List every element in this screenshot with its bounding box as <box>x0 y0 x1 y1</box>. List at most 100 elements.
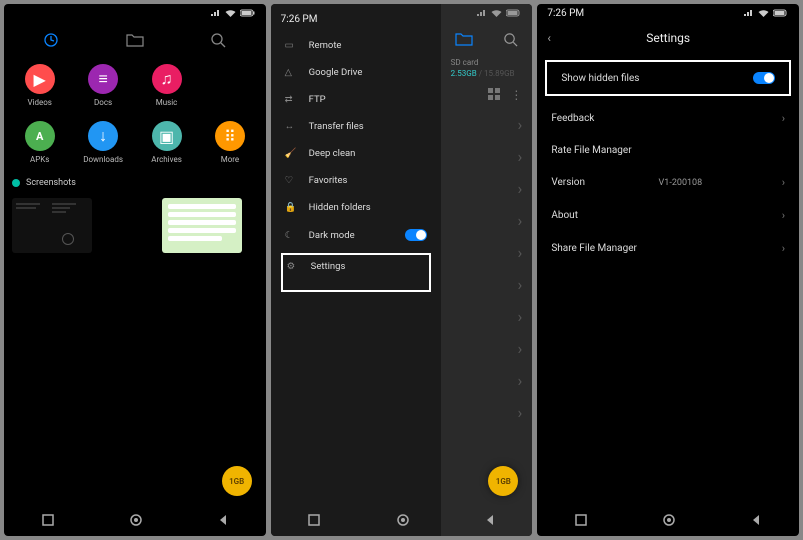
chevron-right-icon: › <box>782 176 785 189</box>
drawer-item-settings[interactable]: ⚙Settings <box>281 253 431 292</box>
category-more[interactable]: ⠿More <box>202 121 257 164</box>
row-label: About <box>551 210 578 221</box>
statusbar: 7:26 PM <box>537 4 799 22</box>
drawer-item-remote[interactable]: ▭Remote <box>271 32 441 59</box>
more-menu-icon[interactable]: ⋮ <box>510 88 522 102</box>
nav-recents-icon[interactable] <box>575 514 587 526</box>
grid-view-icon[interactable] <box>488 88 500 102</box>
nav-home-icon[interactable] <box>396 513 410 527</box>
drawer-item-dark-mode[interactable]: ☾Dark mode <box>271 221 441 249</box>
search-icon[interactable] <box>503 32 518 47</box>
section-title: Screenshots <box>26 178 76 188</box>
system-nav <box>537 504 799 536</box>
nav-back-icon[interactable] <box>485 514 495 526</box>
nav-recents-icon[interactable] <box>42 514 54 526</box>
toggle-on[interactable] <box>753 72 775 84</box>
category-apks[interactable]: AAPKs <box>12 121 67 164</box>
row-label: Share File Manager <box>551 243 637 254</box>
signal-icon <box>477 9 487 17</box>
gdrive-icon: △ <box>285 67 299 78</box>
tab-folder[interactable] <box>126 33 144 47</box>
remote-icon: ▭ <box>285 40 299 51</box>
thumbnail-item[interactable] <box>12 198 92 253</box>
search-icon[interactable] <box>210 32 226 48</box>
clean-icon: 🧹 <box>285 148 299 159</box>
row-share[interactable]: Share File Manager › <box>537 232 799 265</box>
drawer-item-transfer[interactable]: ↔Transfer files <box>271 113 441 140</box>
settings-icon: ⚙ <box>287 261 301 272</box>
list-item[interactable]: › <box>451 172 523 204</box>
list-item[interactable]: › <box>451 300 523 332</box>
nav-back-icon[interactable] <box>218 514 228 526</box>
signal-icon <box>744 9 754 17</box>
thumbnail-item[interactable] <box>162 198 242 253</box>
signal-icon <box>211 9 221 17</box>
back-icon[interactable]: ‹ <box>547 31 551 45</box>
storage-fab[interactable]: 1GB <box>222 466 252 496</box>
wifi-icon <box>758 9 769 17</box>
row-value: V1-200108 <box>659 178 703 188</box>
favorites-icon: ♡ <box>285 175 299 186</box>
statusbar <box>4 4 266 22</box>
category-downloads[interactable]: ↓Downloads <box>75 121 130 164</box>
system-nav <box>271 504 533 536</box>
wifi-icon <box>491 9 502 17</box>
list-item[interactable]: › <box>451 140 523 172</box>
wifi-icon <box>225 9 236 17</box>
storage-info[interactable]: SD card 2.53GB/15.89GB <box>441 56 533 88</box>
drawer-item-favorites[interactable]: ♡Favorites <box>271 167 441 194</box>
nav-home-icon[interactable] <box>662 513 676 527</box>
drawer-item-hidden[interactable]: 🔒Hidden folders <box>271 194 441 221</box>
nav-home-icon[interactable] <box>129 513 143 527</box>
drawer-item-deep-clean[interactable]: 🧹Deep clean <box>271 140 441 167</box>
row-about[interactable]: About › <box>537 199 799 232</box>
chevron-right-icon: › <box>782 112 785 125</box>
chevron-right-icon: › <box>782 209 785 222</box>
nav-recents-icon[interactable] <box>308 514 320 526</box>
nav-back-icon[interactable] <box>751 514 761 526</box>
battery-icon <box>240 9 256 17</box>
darkmode-icon: ☾ <box>285 230 299 241</box>
row-label: Version <box>551 177 585 188</box>
tab-recent[interactable] <box>43 32 59 48</box>
section-dot-icon <box>12 179 20 187</box>
battery-icon <box>773 9 789 17</box>
phone-screen-2: SD card 2.53GB/15.89GB ⋮ › › › › › › › ›… <box>271 4 533 536</box>
phone-screen-3: 7:26 PM ‹ Settings Show hidden files Fee… <box>537 4 799 536</box>
row-show-hidden-files[interactable]: Show hidden files <box>545 60 791 96</box>
category-music[interactable]: ♫Music <box>139 64 194 107</box>
list-item[interactable]: › <box>451 236 523 268</box>
section-screenshots[interactable]: Screenshots <box>4 174 266 192</box>
row-label: Feedback <box>551 113 594 124</box>
row-version[interactable]: Version V1-200108 › <box>537 166 799 199</box>
drawer-item-google-drive[interactable]: △Google Drive <box>271 59 441 86</box>
row-feedback[interactable]: Feedback › <box>537 102 799 135</box>
list-item[interactable]: › <box>451 268 523 300</box>
status-time: 7:26 PM <box>547 8 584 19</box>
storage-fab[interactable]: 1GB <box>488 466 518 496</box>
system-nav <box>4 504 266 536</box>
drawer-item-ftp[interactable]: ⇄FTP <box>271 86 441 113</box>
row-label: Show hidden files <box>561 73 639 84</box>
phone-screen-1: ▶Videos ≡Docs ♫Music AAPKs ↓Downloads ▣A… <box>4 4 266 536</box>
list-item[interactable]: › <box>451 204 523 236</box>
category-videos[interactable]: ▶Videos <box>12 64 67 107</box>
toggle-on[interactable] <box>405 229 427 241</box>
top-tab-row <box>4 22 266 58</box>
tab-folder[interactable] <box>455 32 473 46</box>
hidden-icon: 🔒 <box>285 202 299 213</box>
category-docs[interactable]: ≡Docs <box>75 64 130 107</box>
category-archives[interactable]: ▣Archives <box>139 121 194 164</box>
list-item[interactable]: › <box>451 332 523 364</box>
list-item[interactable]: › <box>451 364 523 396</box>
list-item[interactable]: › <box>451 396 523 428</box>
page-title: Settings <box>537 31 799 45</box>
screenshot-thumbnails <box>4 192 266 259</box>
background-content: SD card 2.53GB/15.89GB ⋮ › › › › › › › ›… <box>441 4 533 536</box>
settings-header: ‹ Settings <box>537 22 799 54</box>
status-time: 7:26 PM <box>281 14 318 25</box>
chevron-right-icon: › <box>782 242 785 255</box>
row-rate[interactable]: Rate File Manager <box>537 135 799 166</box>
left-drawer: 7:26 PM ▭Remote △Google Drive ⇄FTP ↔Tran… <box>271 4 441 536</box>
list-item[interactable]: › <box>451 108 523 140</box>
